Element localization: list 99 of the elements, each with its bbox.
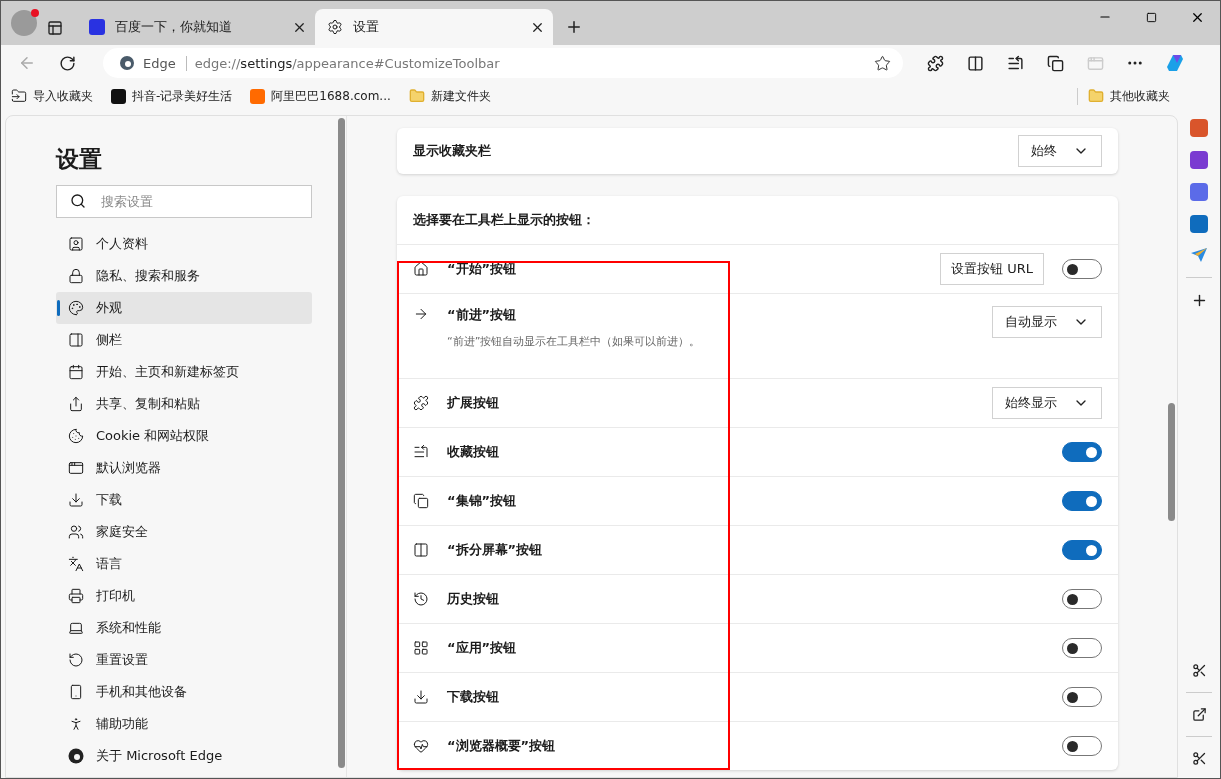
setting-label: 下载按钮 — [447, 688, 499, 706]
settings-icon — [327, 19, 343, 35]
nav-item[interactable]: 侧栏 — [56, 324, 312, 356]
dropdown[interactable]: 始终 — [1018, 135, 1102, 167]
bookmark-item[interactable]: 抖音-记录美好生活 — [111, 87, 233, 105]
nav-item[interactable]: 隐私、搜索和服务 — [56, 260, 312, 292]
setting-label: “应用”按钮 — [447, 639, 517, 657]
apps-icon — [413, 640, 429, 656]
reset-icon — [68, 652, 84, 668]
history-icon — [413, 591, 429, 607]
collections-icon — [413, 493, 429, 509]
bookmark-item[interactable]: 新建文件夹 — [408, 87, 491, 105]
folder-icon — [1088, 88, 1104, 104]
scrollbar-thumb[interactable] — [1167, 403, 1175, 521]
page-title: 设置 — [56, 145, 103, 174]
tab-title: 设置 — [353, 18, 380, 36]
calendar-icon — [68, 364, 84, 380]
language-icon — [68, 556, 84, 572]
setting-label: 扩展按钮 — [447, 394, 499, 412]
toggle-switch[interactable] — [1062, 259, 1102, 279]
nav-item[interactable]: 手机和其他设备 — [56, 676, 312, 708]
palette-icon — [68, 300, 84, 316]
lock-icon — [68, 268, 84, 284]
setting-label: 收藏按钮 — [447, 443, 499, 461]
set-url-button[interactable]: 设置按钮 URL — [940, 253, 1044, 285]
phone-icon — [68, 684, 84, 700]
setting-label: “开始”按钮 — [447, 260, 517, 278]
nav-item[interactable]: 打印机 — [56, 580, 312, 612]
accessibility-icon — [68, 716, 84, 732]
nav-item[interactable]: 辅助功能 — [56, 708, 312, 740]
setting-label: “集锦”按钮 — [447, 492, 517, 510]
toggle-switch[interactable] — [1062, 442, 1102, 462]
nav-item[interactable]: 下载 — [56, 484, 312, 516]
url-text: edge://settings/appearance#CustomizeToolbar — [194, 55, 501, 71]
toggle-switch[interactable] — [1062, 589, 1102, 609]
site-label: Edge — [143, 55, 187, 71]
download-icon — [413, 689, 429, 705]
toggle-switch[interactable] — [1062, 491, 1102, 511]
toggle-switch[interactable] — [1062, 736, 1102, 756]
download-icon — [68, 492, 84, 508]
new-tab-icon[interactable] — [565, 18, 583, 36]
setting-description: “前进”按钮自动显示在工具栏中（如果可以前进）。 — [447, 334, 701, 349]
split-screen-icon — [413, 542, 429, 558]
search-field[interactable]: 搜索设置 — [56, 185, 312, 218]
selection-indicator — [57, 300, 60, 316]
external-link-icon[interactable] — [1191, 707, 1207, 722]
setting-label: “拆分屏幕”按钮 — [447, 541, 543, 559]
dropdown[interactable]: 自动显示 — [992, 306, 1102, 338]
home-icon — [413, 261, 429, 277]
setting-label: “浏览器概要”按钮 — [447, 737, 556, 755]
section-heading: 选择要在工具栏上显示的按钮： — [413, 211, 595, 229]
nav-item[interactable]: 开始、主页和新建标签页 — [56, 356, 312, 388]
dropdown[interactable]: 始终显示 — [992, 387, 1102, 419]
browser-tab[interactable]: 百度一下，你就知道 — [77, 9, 315, 45]
tab-actions-icon[interactable] — [47, 20, 63, 36]
sidebar-icon — [68, 332, 84, 348]
profile-avatar[interactable] — [11, 10, 37, 36]
laptop-icon — [68, 620, 84, 636]
setting-label: “前进”按钮 — [447, 306, 518, 324]
share-icon — [68, 396, 84, 412]
paper-plane-icon[interactable] — [1190, 247, 1208, 263]
folder-import-icon — [11, 88, 27, 104]
browser-tab[interactable]: 设置 — [315, 9, 553, 45]
toggle-switch[interactable] — [1062, 687, 1102, 707]
printer-icon — [68, 588, 84, 604]
nav-item[interactable]: 个人资料 — [56, 228, 312, 260]
nav-item[interactable]: Cookie 和网站权限 — [56, 420, 312, 452]
people-icon — [68, 524, 84, 540]
profile-icon — [68, 236, 84, 252]
scrollbar-thumb[interactable] — [337, 118, 345, 768]
nav-item[interactable]: 关于 Microsoft Edge — [56, 740, 312, 772]
toggle-switch[interactable] — [1062, 638, 1102, 658]
puzzle-icon — [413, 395, 429, 411]
nav-item[interactable]: 外观 — [56, 292, 312, 324]
bookmark-item[interactable]: 其他收藏夹 — [1077, 87, 1170, 105]
cookie-icon — [68, 428, 84, 444]
bookmark-item[interactable]: 导入收藏夹 — [11, 87, 93, 105]
nav-item[interactable]: 重置设置 — [56, 644, 312, 676]
address-bar[interactable]: Edge edge://settings/appearance#CustomizeToolbar — [103, 48, 903, 78]
folder-icon — [408, 88, 425, 104]
tab-title: 百度一下，你就知道 — [115, 18, 233, 36]
nav-item[interactable]: 默认浏览器 — [56, 452, 312, 484]
logo-icon — [250, 88, 266, 104]
setting-label: 历史按钮 — [447, 590, 499, 608]
setting-label: 显示收藏夹栏 — [413, 142, 491, 160]
nav-item[interactable]: 共享、复制和粘贴 — [56, 388, 312, 420]
notification-dot — [31, 9, 39, 17]
bookmark-item[interactable]: 阿里巴巴1688.com... — [250, 87, 391, 105]
heart-pulse-icon — [413, 738, 429, 754]
nav-item[interactable]: 语言 — [56, 548, 312, 580]
toggle-switch[interactable] — [1062, 540, 1102, 560]
arrow-icon — [413, 306, 429, 322]
browser-window-icon — [68, 460, 84, 476]
star-icon[interactable] — [874, 54, 891, 72]
screenshot-icon[interactable] — [1191, 751, 1207, 766]
screenshot-icon[interactable] — [1191, 663, 1207, 678]
nav-item[interactable]: 家庭安全 — [56, 516, 312, 548]
nav-item[interactable]: 系统和性能 — [56, 612, 312, 644]
search-icon — [70, 193, 86, 209]
